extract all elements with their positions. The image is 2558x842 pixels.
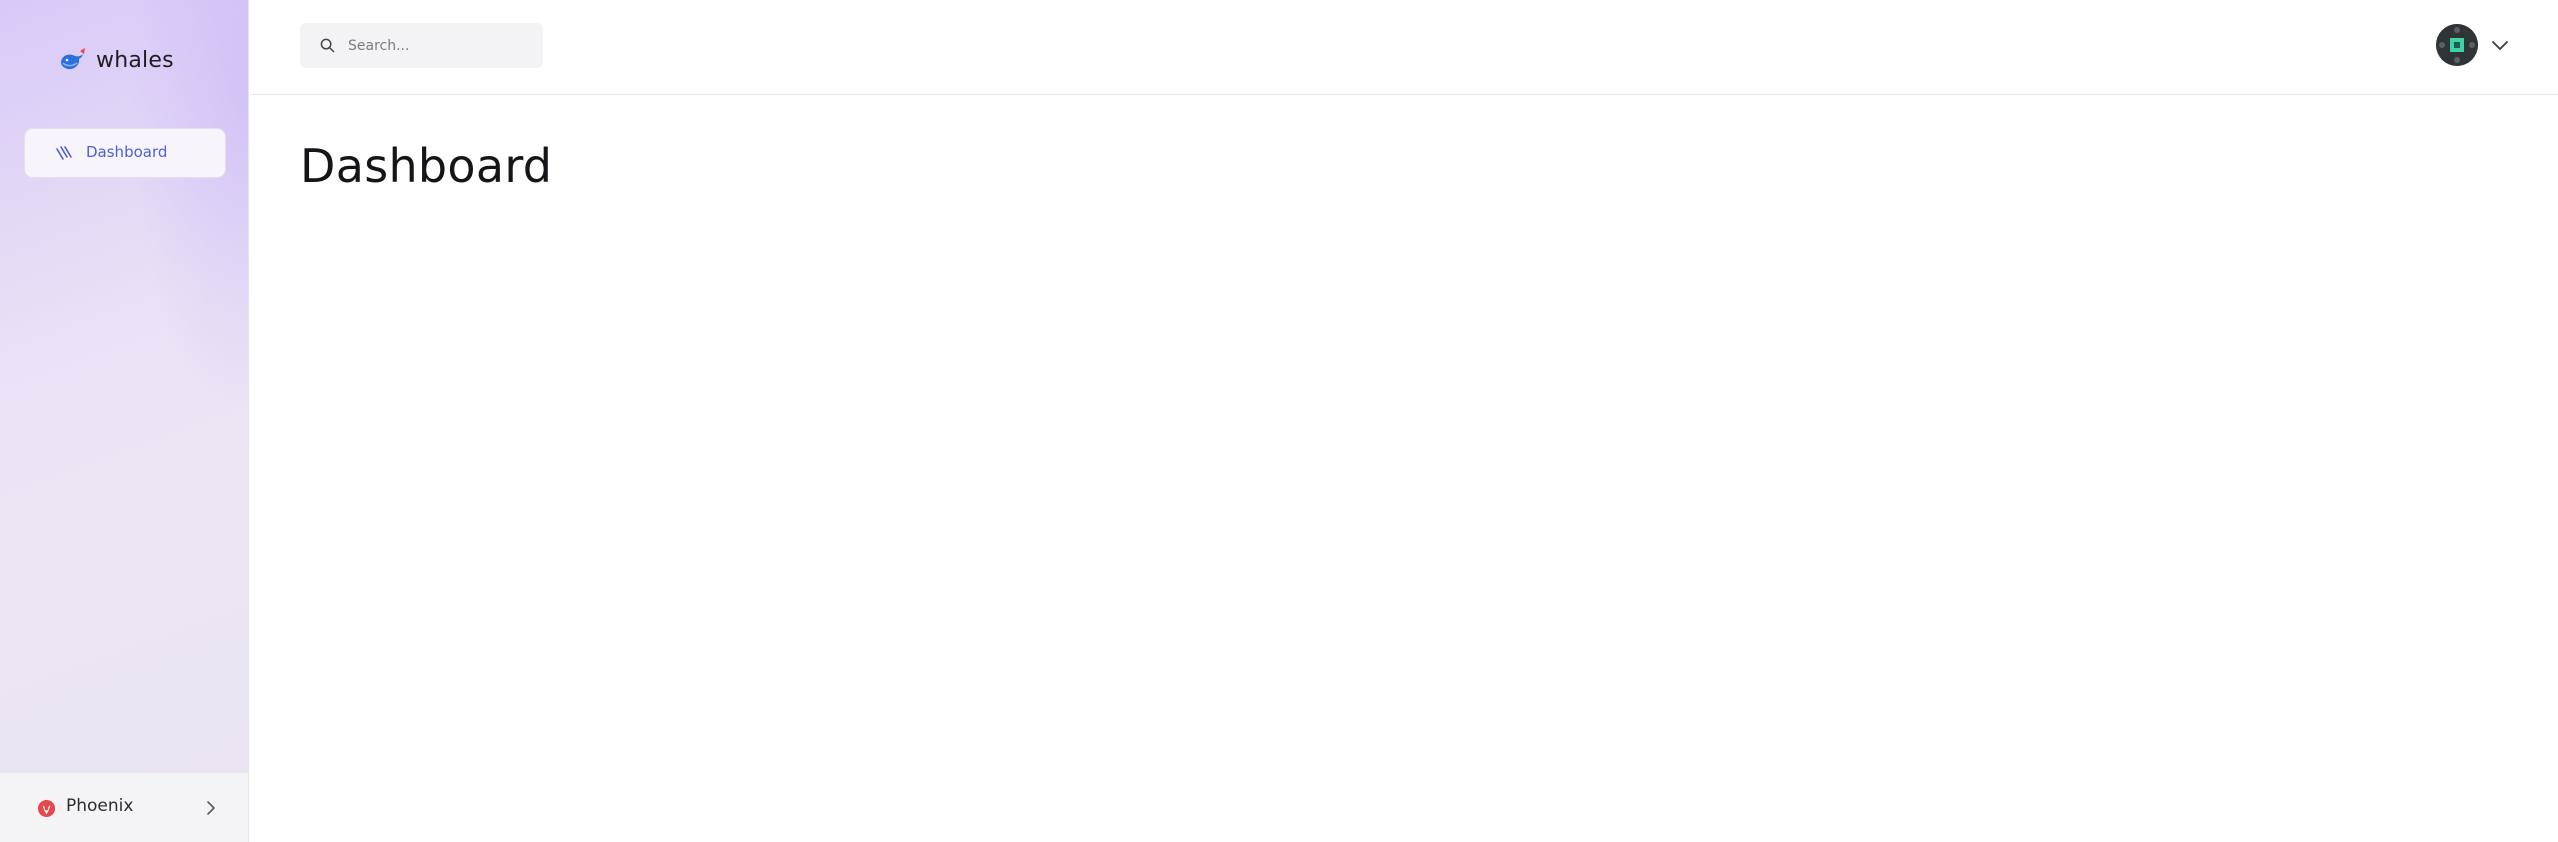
- user-menu[interactable]: [2436, 24, 2516, 66]
- page-title: Dashboard: [300, 139, 553, 193]
- app-root: whales Dashboard Phoenix Search... Dashb…: [0, 0, 2558, 842]
- sidebar-item-dashboard[interactable]: Dashboard: [25, 129, 225, 177]
- sidebar: whales Dashboard Phoenix: [0, 0, 249, 842]
- top-header: [250, 0, 2558, 95]
- org-switcher[interactable]: Phoenix: [0, 772, 248, 842]
- search-input[interactable]: [348, 23, 533, 68]
- whale-logo-icon: [61, 48, 85, 70]
- chevron-down-icon: [2492, 41, 2508, 50]
- sidebar-item-label: Dashboard: [86, 143, 168, 161]
- phoenix-logo-icon: [37, 799, 56, 818]
- main-content: Dashboard: [250, 96, 2558, 842]
- brand-name: whales: [96, 47, 174, 73]
- search-box[interactable]: [300, 23, 543, 68]
- org-name: Phoenix: [66, 796, 134, 816]
- search-icon: [320, 38, 335, 53]
- chevron-right-icon: [207, 801, 215, 815]
- avatar[interactable]: [2436, 24, 2478, 66]
- avatar-image: [2436, 24, 2478, 66]
- dashboard-icon: [56, 146, 72, 160]
- brand[interactable]: whales: [58, 42, 174, 78]
